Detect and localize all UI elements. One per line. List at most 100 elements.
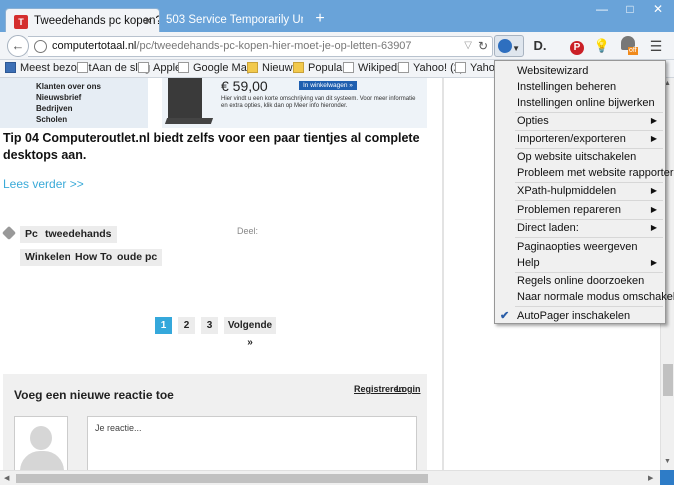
page-3-button[interactable]: 3 xyxy=(201,317,218,334)
desktop-pc-image xyxy=(168,78,202,118)
avatar-head-icon xyxy=(30,426,52,450)
submenu-arrow-icon: ▶ xyxy=(650,116,657,125)
side-link[interactable]: Klanten over ons xyxy=(36,81,148,92)
page-icon xyxy=(398,62,409,73)
side-link[interactable]: Scholen xyxy=(36,114,148,125)
site-favicon-icon: T xyxy=(14,15,28,29)
page-icon xyxy=(343,62,354,73)
share-label: Deel: xyxy=(237,226,259,236)
login-link[interactable]: Login xyxy=(396,384,421,394)
submenu-arrow-icon: ▶ xyxy=(650,223,657,232)
menu-item-regels-doorzoeken[interactable]: Regels online doorzoeken xyxy=(495,273,665,289)
comment-section: Voeg een nieuwe reactie toe Registreren … xyxy=(3,374,427,470)
menu-item-autopager-inschakelen[interactable]: ✔ AutoPager inschakelen xyxy=(495,308,665,324)
menu-separator xyxy=(515,306,663,307)
side-link[interactable]: Nieuwsbrief xyxy=(36,92,148,103)
avatar-body-icon xyxy=(20,451,64,470)
autopager-menu: Websitewizard Instellingen beheren Inste… xyxy=(494,60,674,324)
autopager-button[interactable]: ▼ xyxy=(494,35,524,57)
horizontal-scrollbar[interactable]: ◀ ▶ xyxy=(0,470,660,485)
menu-item-instellingen-bijwerken[interactable]: Instellingen online bijwerken xyxy=(495,95,665,111)
menu-item-help[interactable]: Help ▶ xyxy=(495,255,665,271)
menu-item-importeren-exporteren[interactable]: Importeren/exporteren ▶ xyxy=(495,131,665,147)
menu-item-websitewizard[interactable]: Websitewizard xyxy=(495,63,665,79)
new-tab-button[interactable]: + xyxy=(311,10,329,28)
bookmark-item[interactable]: Nieuws xyxy=(247,62,298,74)
tag-winkelen[interactable]: Winkelen xyxy=(20,249,76,266)
submenu-arrow-icon: ▶ xyxy=(650,186,657,195)
submenu-arrow-icon: ▶ xyxy=(650,205,657,214)
add-to-cart-button[interactable]: In winkelwagen » xyxy=(299,81,357,90)
read-more-link[interactable]: Lees verder >> xyxy=(3,177,84,191)
browser-window: T Tweedehands pc kopen? H... ✕ 503 Servi… xyxy=(0,0,674,485)
menu-item-paginaopties[interactable]: Paginaopties weergeven xyxy=(495,239,665,255)
bookmark-item[interactable]: Yahoo! (2) xyxy=(398,62,464,74)
minimize-button[interactable]: — xyxy=(590,2,614,18)
navigation-toolbar: computertotaal.nl/pc/tweedehands-pc-kope… xyxy=(0,32,674,60)
chevron-down-icon: ▼ xyxy=(512,44,520,53)
menu-item-repareren[interactable]: Problemen repareren ▶ xyxy=(495,202,665,218)
back-button[interactable]: ← xyxy=(7,35,29,57)
tab-title: Tweedehands pc kopen? H... xyxy=(34,15,160,27)
scroll-right-icon[interactable]: ▶ xyxy=(648,474,653,482)
reload-icon[interactable]: ↻ xyxy=(478,39,488,53)
side-link-list: Klanten over ons Nieuwsbrief Bedrijven S… xyxy=(0,78,148,128)
menu-separator xyxy=(515,237,663,238)
page-1-button[interactable]: 1 xyxy=(155,317,172,334)
side-link[interactable]: Bedrijven xyxy=(36,103,148,114)
folder-icon xyxy=(293,62,304,73)
menu-item-instellingen-beheren[interactable]: Instellingen beheren xyxy=(495,79,665,95)
bookmark-item[interactable]: Populair xyxy=(293,62,348,74)
hamburger-menu-icon[interactable]: ☰ xyxy=(646,36,666,56)
tab-close-icon[interactable]: ✕ xyxy=(143,9,153,33)
menu-item-opties[interactable]: Opties ▶ xyxy=(495,113,665,129)
comment-title: Voeg een nieuwe reactie toe xyxy=(14,388,174,402)
page-icon xyxy=(77,62,88,73)
tab-active[interactable]: T Tweedehands pc kopen? H... ✕ xyxy=(5,8,160,33)
pinterest-icon[interactable]: P xyxy=(567,36,587,56)
menu-item-direct-laden[interactable]: Direct laden: ▶ xyxy=(495,220,665,236)
article-tip: Tip 04 Computeroutlet.nl biedt zelfs voo… xyxy=(3,131,420,162)
close-window-button[interactable]: ✕ xyxy=(646,2,670,18)
menu-item-rapporteren[interactable]: Probleem met website rapporteren xyxy=(495,165,674,181)
bookmark-item[interactable]: Wikipedia xyxy=(343,62,406,74)
product-ad: € 59,00 In winkelwagen » Hier vindt u ee… xyxy=(162,78,427,128)
bookmark-item[interactable]: Apple xyxy=(138,62,181,74)
tag-oude-pc[interactable]: oude pc xyxy=(112,249,163,266)
article-column: Klanten over ons Nieuwsbrief Bedrijven S… xyxy=(0,78,442,470)
checkmark-icon: ✔ xyxy=(500,310,510,322)
url-text[interactable]: computertotaal.nl/pc/tweedehands-pc-kope… xyxy=(52,40,412,52)
page-icon xyxy=(138,62,149,73)
tag-icon xyxy=(1,225,17,241)
scroll-down-icon[interactable]: ▼ xyxy=(664,458,671,465)
product-price: € 59,00 xyxy=(221,78,268,94)
comment-textarea[interactable]: Je reactie... xyxy=(87,416,417,470)
maximize-button[interactable]: □ xyxy=(618,2,642,18)
page-icon xyxy=(455,62,466,73)
tab-inactive[interactable]: 503 Service Temporarily Unavai... xyxy=(160,8,303,33)
horizontal-scroll-thumb[interactable] xyxy=(16,474,428,483)
page-2-button[interactable]: 2 xyxy=(178,317,195,334)
menu-separator xyxy=(515,200,663,201)
url-history-dropdown-icon[interactable]: ▽ xyxy=(464,40,472,51)
product-description: Hier vindt u een korte omschrijving van … xyxy=(221,96,416,109)
menu-item-normale-modus[interactable]: Naar normale modus omschakelen xyxy=(495,289,674,305)
folder-icon xyxy=(247,62,258,73)
tag-tweedehands[interactable]: tweedehands xyxy=(40,226,117,243)
pocket-button[interactable]: D. xyxy=(530,36,550,56)
menu-item-uitschakelen[interactable]: Op website uitschakelen xyxy=(495,149,665,165)
scroll-left-icon[interactable]: ◀ xyxy=(4,474,9,482)
vertical-scroll-thumb[interactable] xyxy=(663,364,673,396)
globe-icon xyxy=(34,40,47,53)
ghostery-icon[interactable]: off xyxy=(618,36,638,56)
submenu-arrow-icon: ▶ xyxy=(650,134,657,143)
avatar xyxy=(14,416,68,470)
menu-item-xpath[interactable]: XPath-hulpmiddelen ▶ xyxy=(495,183,665,199)
off-badge: off xyxy=(628,47,638,55)
tag-how-to[interactable]: How To xyxy=(70,249,118,266)
bookmark-star-icon xyxy=(5,62,16,73)
next-page-button[interactable]: Volgende » xyxy=(224,317,276,348)
url-bar[interactable]: computertotaal.nl/pc/tweedehands-pc-kope… xyxy=(28,36,493,57)
lightbulb-icon[interactable]: 💡 xyxy=(592,36,612,56)
page-icon xyxy=(178,62,189,73)
